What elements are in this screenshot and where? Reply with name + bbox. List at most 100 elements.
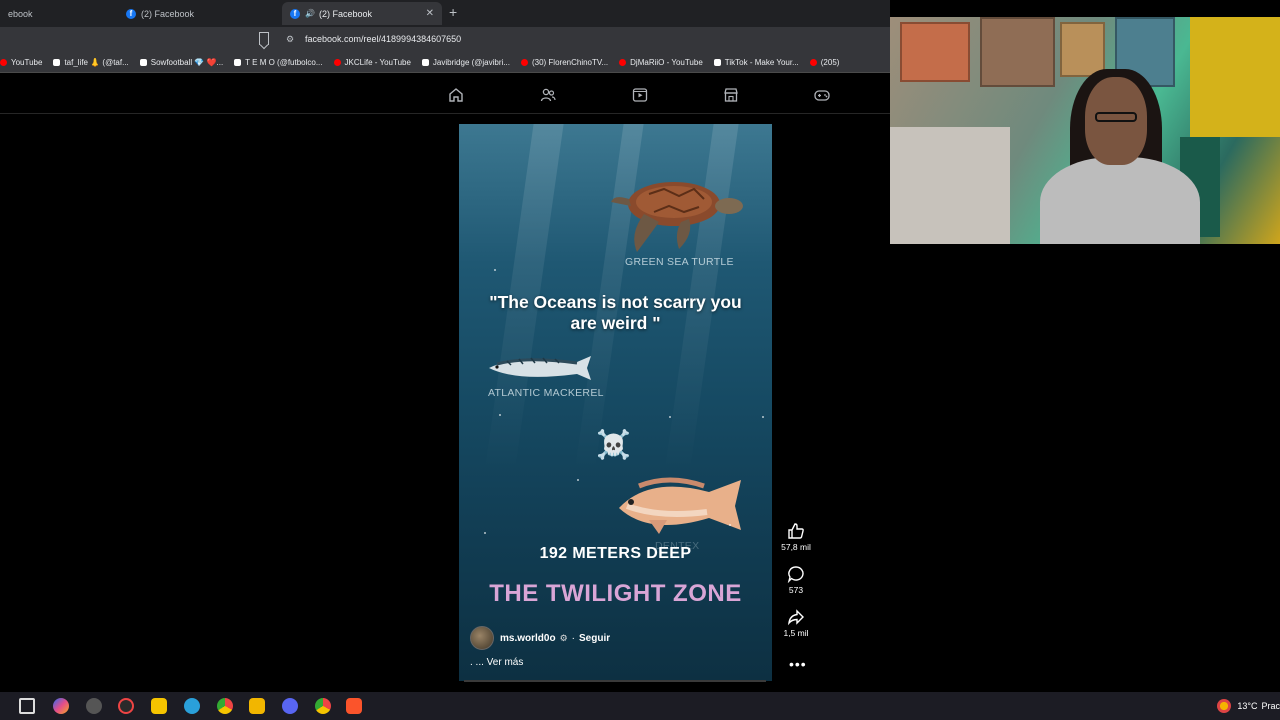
particle	[484, 532, 486, 534]
bookmark-label: YouTube	[11, 57, 43, 67]
new-tab-button[interactable]: +	[449, 4, 457, 20]
follow-button[interactable]: Seguir	[579, 633, 610, 644]
see-more-link[interactable]: . ... Ver más	[470, 657, 523, 668]
bookmark-item[interactable]: JKCLife - YouTube	[333, 57, 411, 67]
dentex-fish-image	[619, 477, 741, 534]
youtube-icon	[0, 58, 7, 66]
avatar[interactable]	[470, 626, 494, 650]
video-progress-bar[interactable]	[464, 680, 766, 682]
depth-label: 192 METERS DEEP	[539, 545, 692, 562]
webcam-overlay	[890, 17, 1280, 244]
gaming-icon[interactable]	[814, 87, 830, 103]
tiktok-icon	[53, 58, 61, 66]
bookmark-item[interactable]: (30) FlorenChinoTV...	[520, 57, 609, 67]
facebook-icon: f	[290, 8, 300, 19]
facebook-nav	[0, 74, 890, 114]
marketplace-icon[interactable]	[723, 87, 739, 103]
sticky-notes-icon[interactable]	[151, 698, 167, 714]
weather-text[interactable]: Prac	[1261, 701, 1280, 711]
site-settings-icon[interactable]: ⚙	[286, 34, 294, 45]
address-bar: ⚙ facebook.com/reel/4189994384607650	[0, 27, 890, 52]
bookmark-label: T E M O (@futbolco...	[245, 57, 323, 67]
bookmark-label: (205)	[820, 57, 840, 67]
settings-icon[interactable]	[86, 698, 102, 714]
comment-button[interactable]: 573	[779, 565, 813, 595]
bookmark-item[interactable]: YouTube	[0, 58, 42, 67]
zone-title: THE TWILIGHT ZONE	[489, 580, 742, 607]
home-icon[interactable]	[448, 87, 464, 103]
task-view-icon[interactable]	[19, 698, 35, 714]
bookmark-label: TikTok - Make Your...	[724, 57, 799, 67]
share-icon	[787, 609, 804, 626]
reel-video[interactable]: GREEN SEA TURTLE "The Oceans is not scar…	[459, 124, 772, 681]
bookmark-label: JKCLife - YouTube	[344, 57, 411, 67]
species-label-turtle: GREEN SEA TURTLE	[625, 256, 734, 268]
tab-facebook-1[interactable]: ebook	[0, 2, 118, 25]
verified-icon: ⚙	[559, 632, 568, 643]
youtube-icon	[333, 58, 341, 66]
particle	[729, 524, 731, 526]
bookmark-label: DjMaRiiO - YouTube	[630, 57, 703, 67]
bookmark-item[interactable]: DjMaRiiO - YouTube	[619, 58, 703, 67]
more-options-icon[interactable]: •••	[789, 656, 807, 672]
tiktok-icon	[139, 58, 147, 66]
sea-turtle-image	[611, 182, 743, 252]
close-icon[interactable]: ✕	[426, 8, 434, 19]
reel-quote: "The Oceans is not scarry you are weird …	[489, 292, 742, 333]
tab-facebook-active[interactable]: f 🔊 (2) Facebook ✕	[282, 2, 442, 25]
particle	[762, 416, 764, 418]
tab-facebook-2[interactable]: f (2) Facebook	[118, 2, 278, 25]
mackerel-image	[489, 356, 591, 380]
bookmark-item[interactable]: T E M O (@futbolco...	[234, 57, 323, 67]
like-count: 57,8 mil	[781, 542, 811, 552]
browser-tab-bar: ebook f (2) Facebook f 🔊 (2) Facebook ✕ …	[0, 0, 890, 27]
bookmark-item[interactable]: taf_life 👃 (@taf...	[53, 58, 129, 67]
couch	[890, 127, 1010, 244]
wall-poster	[980, 17, 1055, 87]
telegram-icon[interactable]	[184, 698, 200, 714]
reel-author-row: ms.world0o ⚙ · Seguir	[470, 626, 610, 650]
wall-poster	[900, 22, 970, 82]
bookmark-item[interactable]: (205)	[809, 57, 840, 67]
bookmarks-bar: YouTube taf_life 👃 (@taf... Sowfootball …	[0, 52, 890, 73]
bookmark-item[interactable]: Sowfootball 💎 ❤️...	[139, 58, 223, 67]
like-icon	[788, 523, 804, 539]
jersey	[1190, 17, 1280, 137]
youtube-icon	[619, 58, 627, 66]
speaker-icon[interactable]: 🔊	[305, 9, 315, 18]
particle	[499, 414, 501, 416]
video-icon[interactable]	[632, 87, 648, 103]
bookmark-label: Javibridge (@javibri...	[432, 57, 510, 67]
bookmark-label: (30) FlorenChinoTV...	[531, 57, 609, 67]
particle	[494, 269, 496, 271]
share-button[interactable]: 1,5 mil	[779, 608, 813, 638]
discord-icon[interactable]	[282, 698, 298, 714]
file-explorer-icon[interactable]	[249, 698, 265, 714]
person-body	[1040, 157, 1200, 244]
particle	[577, 479, 579, 481]
chrome-icon[interactable]	[217, 698, 233, 714]
taskbar: 13°C Prac	[0, 692, 1280, 720]
friends-icon[interactable]	[540, 87, 556, 103]
separator: ·	[571, 632, 575, 644]
like-button[interactable]: 57,8 mil	[779, 522, 813, 552]
comment-icon	[787, 566, 804, 583]
bookmark-item[interactable]: TikTok - Make Your...	[713, 57, 799, 67]
weather-icon[interactable]	[1217, 699, 1232, 713]
tiktok-icon	[713, 58, 721, 66]
brave-icon[interactable]	[346, 698, 362, 714]
youtube-icon	[809, 58, 817, 66]
app-icon[interactable]	[118, 698, 134, 714]
tab-label: (2) Facebook	[141, 8, 195, 19]
bookmark-item[interactable]: Javibridge (@javibri...	[421, 57, 510, 67]
youtube-icon	[520, 58, 528, 66]
author-name[interactable]: ms.world0o	[500, 633, 556, 644]
chrome-profile-icon[interactable]	[315, 698, 331, 714]
tiktok-icon	[234, 58, 242, 66]
system-tray: 13°C Prac	[1217, 692, 1280, 720]
bookmark-icon[interactable]	[259, 32, 269, 45]
copilot-icon[interactable]	[53, 698, 69, 714]
weather-temp[interactable]: 13°C	[1237, 701, 1257, 711]
comment-count: 573	[788, 585, 804, 595]
url-field[interactable]: facebook.com/reel/4189994384607650	[305, 34, 461, 44]
